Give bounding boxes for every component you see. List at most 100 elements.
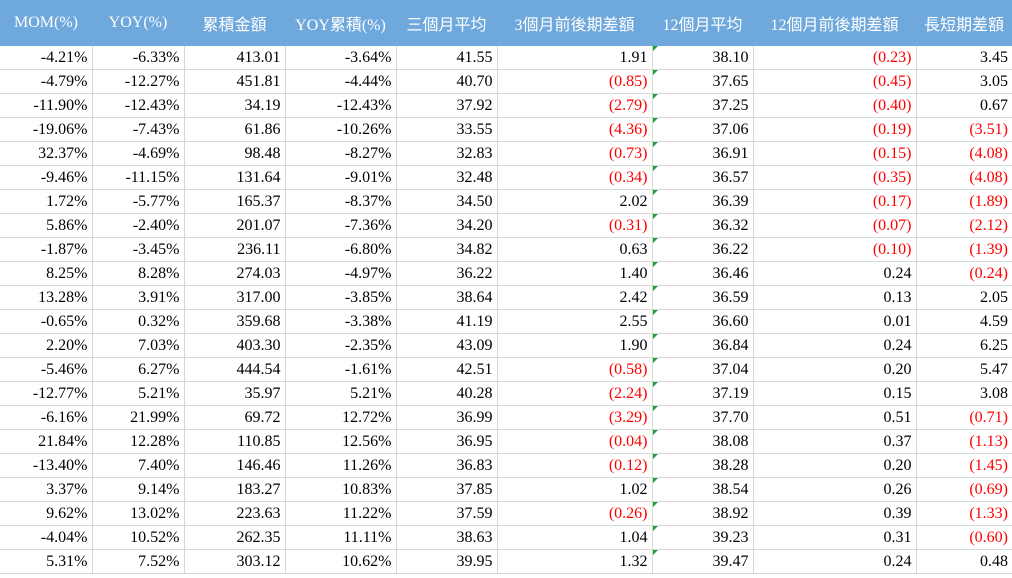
cell-cum[interactable]: 274.03: [184, 261, 286, 286]
cell-cum[interactable]: 403.30: [184, 333, 286, 358]
cell-ls[interactable]: (4.08): [916, 165, 1012, 190]
cell-cum[interactable]: 165.37: [184, 189, 286, 214]
cell-cum[interactable]: 223.63: [184, 501, 286, 526]
cell-avg3[interactable]: 42.51: [396, 357, 498, 382]
column-header-diff3[interactable]: 3個月前後期差額: [497, 0, 652, 46]
cell-ls[interactable]: (0.71): [916, 405, 1012, 430]
cell-avg3[interactable]: 36.99: [396, 405, 498, 430]
cell-yoy[interactable]: -7.43%: [92, 117, 185, 142]
cell-yoycum[interactable]: -8.27%: [285, 141, 397, 166]
cell-avg3[interactable]: 34.20: [396, 213, 498, 238]
cell-yoy[interactable]: -6.33%: [92, 46, 185, 70]
cell-diff3[interactable]: (4.36): [497, 117, 653, 142]
cell-avg12[interactable]: 36.57: [652, 165, 754, 190]
cell-diff12[interactable]: 0.24: [753, 549, 917, 574]
cell-mom[interactable]: -4.21%: [0, 46, 93, 70]
cell-diff3[interactable]: 2.42: [497, 285, 653, 310]
cell-mom[interactable]: -13.40%: [0, 453, 93, 478]
cell-mom[interactable]: 2.20%: [0, 333, 93, 358]
cell-avg3[interactable]: 43.09: [396, 333, 498, 358]
cell-avg3[interactable]: 34.50: [396, 189, 498, 214]
cell-mom[interactable]: -1.87%: [0, 237, 93, 262]
cell-yoy[interactable]: -12.27%: [92, 69, 185, 94]
cell-avg12[interactable]: 36.59: [652, 285, 754, 310]
cell-ls[interactable]: (1.45): [916, 453, 1012, 478]
column-header-diff12[interactable]: 12個月前後期差額: [753, 0, 916, 46]
cell-diff3[interactable]: 0.63: [497, 237, 653, 262]
cell-avg3[interactable]: 36.83: [396, 453, 498, 478]
cell-yoy[interactable]: 3.91%: [92, 285, 185, 310]
cell-yoy[interactable]: -11.15%: [92, 165, 185, 190]
cell-mom[interactable]: 13.28%: [0, 285, 93, 310]
cell-ls[interactable]: (1.13): [916, 429, 1012, 454]
cell-diff3[interactable]: (0.31): [497, 213, 653, 238]
cell-yoy[interactable]: 12.28%: [92, 429, 185, 454]
cell-diff12[interactable]: (0.07): [753, 213, 917, 238]
cell-diff3[interactable]: 2.02: [497, 189, 653, 214]
cell-yoy[interactable]: 0.32%: [92, 309, 185, 334]
cell-avg12[interactable]: 36.84: [652, 333, 754, 358]
cell-cum[interactable]: 98.48: [184, 141, 286, 166]
cell-avg12[interactable]: 37.19: [652, 381, 754, 406]
column-header-yoycum[interactable]: YOY累積(%): [285, 0, 396, 46]
cell-cum[interactable]: 413.01: [184, 46, 286, 70]
cell-mom[interactable]: 3.37%: [0, 477, 93, 502]
cell-avg3[interactable]: 37.85: [396, 477, 498, 502]
cell-mom[interactable]: -9.46%: [0, 165, 93, 190]
cell-avg12[interactable]: 36.46: [652, 261, 754, 286]
cell-cum[interactable]: 131.64: [184, 165, 286, 190]
cell-avg3[interactable]: 33.55: [396, 117, 498, 142]
cell-yoycum[interactable]: 10.83%: [285, 477, 397, 502]
cell-diff3[interactable]: (0.73): [497, 141, 653, 166]
cell-yoy[interactable]: -12.43%: [92, 93, 185, 118]
cell-mom[interactable]: 5.86%: [0, 213, 93, 238]
cell-avg12[interactable]: 38.10: [652, 46, 754, 70]
cell-mom[interactable]: -6.16%: [0, 405, 93, 430]
cell-yoy[interactable]: -5.77%: [92, 189, 185, 214]
cell-avg12[interactable]: 38.28: [652, 453, 754, 478]
cell-cum[interactable]: 69.72: [184, 405, 286, 430]
cell-yoy[interactable]: 8.28%: [92, 261, 185, 286]
column-header-ls[interactable]: 長短期差額: [916, 0, 1012, 46]
cell-ls[interactable]: 0.48: [916, 549, 1012, 574]
cell-avg3[interactable]: 32.48: [396, 165, 498, 190]
cell-mom[interactable]: -0.65%: [0, 309, 93, 334]
cell-mom[interactable]: 8.25%: [0, 261, 93, 286]
column-header-mom[interactable]: MOM(%): [0, 0, 92, 46]
cell-diff12[interactable]: (0.17): [753, 189, 917, 214]
cell-ls[interactable]: (2.12): [916, 213, 1012, 238]
cell-avg12[interactable]: 36.60: [652, 309, 754, 334]
cell-diff3[interactable]: (0.58): [497, 357, 653, 382]
cell-avg12[interactable]: 39.47: [652, 549, 754, 574]
cell-mom[interactable]: -19.06%: [0, 117, 93, 142]
cell-cum[interactable]: 451.81: [184, 69, 286, 94]
cell-diff12[interactable]: (0.23): [753, 46, 917, 70]
cell-avg3[interactable]: 38.63: [396, 525, 498, 550]
cell-cum[interactable]: 303.12: [184, 549, 286, 574]
cell-avg12[interactable]: 37.06: [652, 117, 754, 142]
cell-mom[interactable]: -4.04%: [0, 525, 93, 550]
cell-diff12[interactable]: 0.26: [753, 477, 917, 502]
cell-ls[interactable]: (1.89): [916, 189, 1012, 214]
cell-cum[interactable]: 236.11: [184, 237, 286, 262]
cell-yoy[interactable]: 9.14%: [92, 477, 185, 502]
cell-mom[interactable]: -4.79%: [0, 69, 93, 94]
cell-ls[interactable]: (0.24): [916, 261, 1012, 286]
cell-diff3[interactable]: 1.04: [497, 525, 653, 550]
cell-avg3[interactable]: 40.70: [396, 69, 498, 94]
column-header-cum[interactable]: 累積金額: [184, 0, 285, 46]
cell-avg3[interactable]: 36.95: [396, 429, 498, 454]
cell-yoycum[interactable]: -2.35%: [285, 333, 397, 358]
cell-ls[interactable]: (0.69): [916, 477, 1012, 502]
cell-avg3[interactable]: 37.92: [396, 93, 498, 118]
cell-diff12[interactable]: 0.15: [753, 381, 917, 406]
cell-yoy[interactable]: -4.69%: [92, 141, 185, 166]
cell-diff12[interactable]: 0.13: [753, 285, 917, 310]
cell-avg12[interactable]: 38.08: [652, 429, 754, 454]
cell-diff12[interactable]: 0.39: [753, 501, 917, 526]
cell-diff3[interactable]: (0.34): [497, 165, 653, 190]
cell-yoycum[interactable]: 11.22%: [285, 501, 397, 526]
cell-diff12[interactable]: (0.19): [753, 117, 917, 142]
cell-yoycum[interactable]: -8.37%: [285, 189, 397, 214]
cell-diff3[interactable]: (0.85): [497, 69, 653, 94]
